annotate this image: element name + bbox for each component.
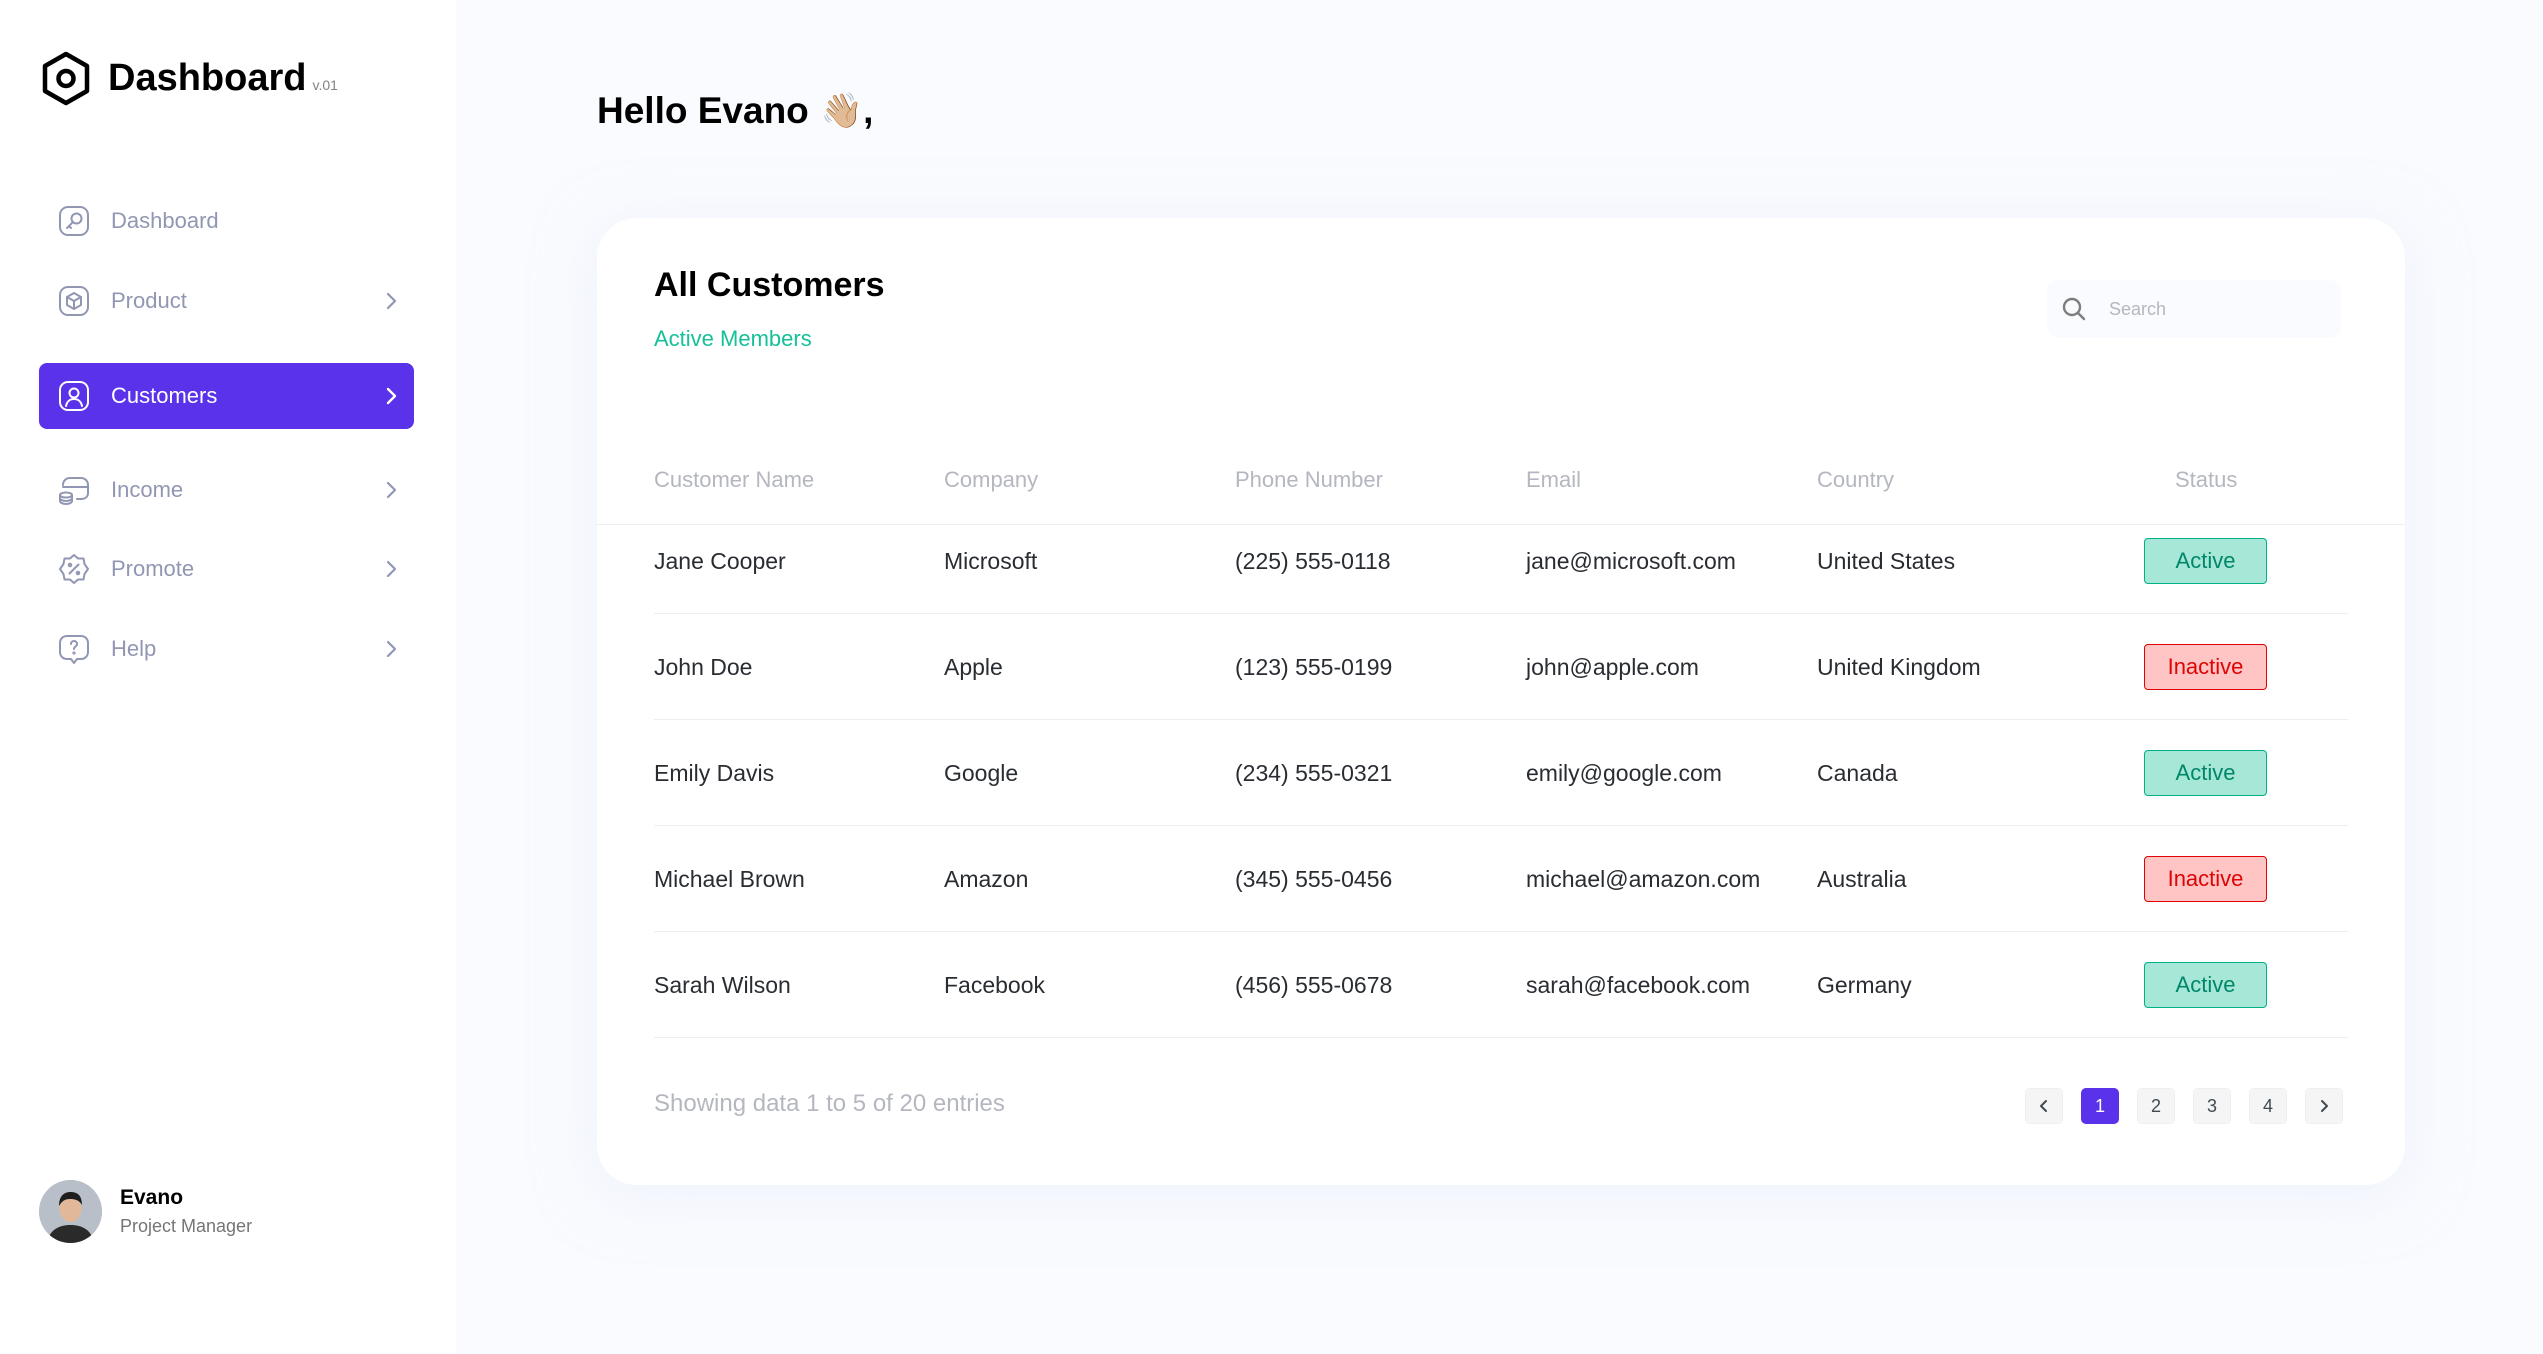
message-question-icon (59, 635, 89, 664)
sidebar: Dashboard v.01 Dashboard Product Custome… (0, 0, 456, 1354)
cell-company: Apple (944, 654, 1003, 680)
cell-email: sarah@facebook.com (1526, 972, 1751, 998)
table-row[interactable]: Emily Davis Google (234) 555-0321 emily@… (654, 720, 2348, 826)
pagination-page-4[interactable]: 4 (2249, 1088, 2287, 1124)
greeting-suffix: , (863, 90, 874, 131)
pagination-page-1[interactable]: 1 (2081, 1088, 2119, 1124)
cell-email: emily@google.com (1526, 760, 1722, 786)
cell-customer-name: Sarah Wilson (654, 972, 791, 998)
customers-card: All Customers Active Members Customer Na… (597, 218, 2405, 1185)
status-badge: Active (2144, 538, 2267, 584)
page-greeting: Hello Evano 👋🏼 , (597, 90, 873, 132)
sidebar-item-product[interactable]: Product (39, 268, 414, 334)
pagination-page-3[interactable]: 3 (2193, 1088, 2231, 1124)
sidebar-item-promote[interactable]: Promote (39, 536, 414, 602)
sidebar-item-label: Help (111, 636, 157, 661)
cell-customer-name: Michael Brown (654, 866, 805, 892)
cell-phone: (123) 555-0199 (1235, 654, 1393, 680)
status-badge: Active (2144, 962, 2267, 1008)
cell-company: Facebook (944, 972, 1046, 998)
brand-logo-icon (42, 51, 90, 106)
sidebar-item-label: Product (111, 288, 187, 313)
user-info: Evano Project Manager (120, 1186, 252, 1237)
search-box[interactable] (2047, 280, 2341, 338)
cell-country: Germany (1817, 972, 1912, 998)
column-header-customer-name[interactable]: Customer Name (654, 467, 814, 493)
cell-company: Google (944, 760, 1019, 786)
chevron-right-icon (386, 640, 397, 658)
column-header-phone[interactable]: Phone Number (1235, 467, 1383, 493)
sidebar-item-help[interactable]: Help (39, 616, 414, 682)
avatar-portrait (39, 1180, 102, 1243)
cell-country: United Kingdom (1817, 654, 1981, 680)
cell-country: Canada (1817, 760, 1898, 786)
sidebar-item-customers[interactable]: Customers (39, 363, 414, 429)
column-header-country[interactable]: Country (1817, 467, 1894, 493)
brand-version: v.01 (312, 77, 338, 93)
entries-info: Showing data 1 to 5 of 20 entries (654, 1090, 1005, 1117)
sidebar-item-dashboard[interactable]: Dashboard (39, 188, 414, 254)
waving-hand-icon: 👋🏼 (820, 92, 864, 130)
cell-phone: (225) 555-0118 (1235, 548, 1391, 574)
brand: Dashboard v.01 (40, 50, 338, 107)
sidebar-item-label: Dashboard (111, 208, 219, 233)
cell-country: United States (1817, 548, 1956, 574)
sidebar-item-label: Income (111, 477, 184, 502)
user-role: Project Manager (120, 1216, 253, 1236)
wallet-money-icon (59, 477, 89, 505)
discount-shape-icon (59, 554, 89, 584)
cell-customer-name: John Doe (654, 654, 753, 680)
pagination-prev-button[interactable] (2025, 1088, 2063, 1124)
cell-phone: (345) 555-0456 (1235, 866, 1393, 892)
user-square-icon (59, 381, 89, 411)
cell-customer-name: Jane Cooper (654, 548, 786, 574)
cell-customer-name: Emily Davis (654, 760, 775, 786)
user-profile[interactable]: Evano Project Manager (39, 1180, 252, 1243)
sidebar-item-label: Promote (111, 556, 195, 581)
chevron-left-icon (2040, 1100, 2047, 1112)
chevron-right-icon (386, 387, 397, 405)
cube-icon (59, 286, 89, 316)
cell-email: michael@amazon.com (1526, 866, 1761, 892)
status-badge: Active (2144, 750, 2267, 796)
pagination-next-button[interactable] (2305, 1088, 2343, 1124)
avatar (39, 1180, 102, 1243)
pagination-page-2[interactable]: 2 (2137, 1088, 2175, 1124)
user-name: Evano (120, 1186, 184, 1209)
cell-phone: (234) 555-0321 (1235, 760, 1393, 786)
status-badge: Inactive (2144, 644, 2267, 690)
card-subtitle: Active Members (654, 326, 812, 351)
sidebar-item-label: Customers (111, 383, 218, 408)
chevron-right-icon (386, 481, 397, 499)
cell-company: Amazon (944, 866, 1029, 892)
cell-phone: (456) 555-0678 (1235, 972, 1393, 998)
cell-country: Australia (1817, 866, 1907, 892)
table-row[interactable]: John Doe Apple (123) 555-0199 john@apple… (654, 614, 2348, 720)
chevron-right-icon (386, 560, 397, 578)
cell-company: Microsoft (944, 548, 1038, 574)
column-header-email[interactable]: Email (1526, 467, 1581, 493)
table-row[interactable]: Sarah Wilson Facebook (456) 555-0678 sar… (654, 932, 2348, 1038)
greeting-text: Hello Evano (597, 90, 809, 131)
cell-email: john@apple.com (1526, 654, 1699, 680)
brand-name: Dashboard (108, 57, 307, 99)
search-input[interactable] (2109, 298, 2329, 320)
column-header-status[interactable]: Status (2175, 467, 2237, 493)
sidebar-item-income[interactable]: Income (39, 457, 414, 523)
column-header-company[interactable]: Company (944, 467, 1038, 493)
table-row[interactable]: Michael Brown Amazon (345) 555-0456 mich… (654, 826, 2348, 932)
search-icon (2062, 297, 2086, 321)
card-title: All Customers (654, 266, 885, 304)
status-badge: Inactive (2144, 856, 2267, 902)
table-row[interactable]: Jane Cooper Microsoft (225) 555-0118 jan… (654, 508, 2348, 614)
key-square-icon (59, 206, 89, 236)
chevron-right-icon (2321, 1100, 2328, 1112)
chevron-right-icon (386, 292, 397, 310)
cell-email: jane@microsoft.com (1526, 548, 1736, 574)
